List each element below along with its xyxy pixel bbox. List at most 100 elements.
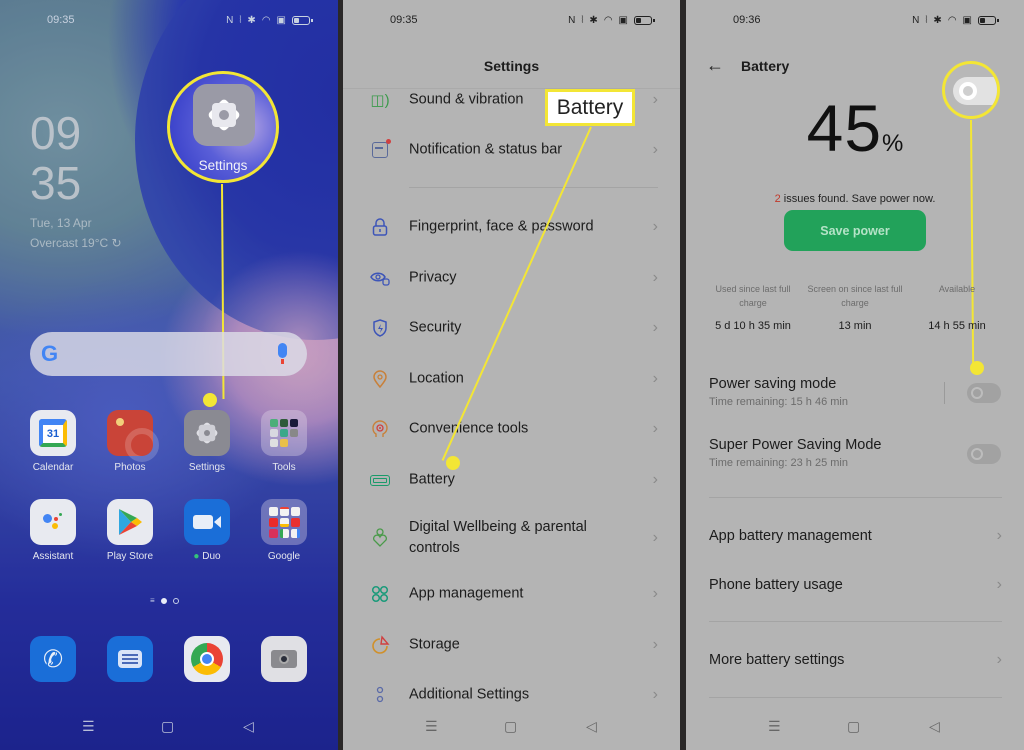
status-bar: 09:35 N ⦚ ✱ ◠ ▣ (0, 14, 338, 32)
chevron-right-icon: › (652, 686, 658, 703)
nfc-icon: N (568, 15, 576, 26)
navigation-bar: ☰ ▢ ◁ (343, 718, 680, 738)
dock-messages[interactable] (100, 636, 160, 682)
settings-item-notification[interactable]: Notification & status bar › (343, 130, 680, 170)
dock-chrome[interactable] (177, 636, 237, 682)
phone-battery-usage-item[interactable]: Phone battery usage › (709, 570, 1002, 600)
microphone-icon[interactable] (278, 343, 287, 364)
chevron-right-icon: › (652, 471, 658, 488)
menu-lines-icon: ≡ (150, 596, 155, 605)
status-time: 09:35 (47, 14, 75, 26)
google-folder-icon (261, 499, 307, 545)
home-icon[interactable]: ▢ (847, 718, 860, 735)
sim-icon: ▣ (618, 15, 628, 26)
power-saving-mode-row: Power saving mode Time remaining: 15 h 4… (709, 376, 848, 408)
chrome-icon (184, 636, 230, 682)
more-dots-icon (370, 685, 390, 705)
refresh-icon[interactable]: ↻ (112, 236, 122, 250)
settings-item-privacy[interactable]: Privacy › (343, 258, 680, 298)
location-pin-icon (370, 369, 390, 389)
page-indicator[interactable]: ≡ (150, 596, 179, 605)
dock-phone[interactable]: ✆ (23, 636, 83, 682)
settings-item-storage[interactable]: Storage › (343, 625, 680, 665)
settings-item-location[interactable]: Location › (343, 359, 680, 399)
battery-panel: 09:36 N ⦚ ✱ ◠ ▣ ← Battery 45% 2 issues f… (686, 0, 1024, 750)
page-dot[interactable] (172, 598, 179, 604)
status-bar: 09:36 N ⦚ ✱ ◠ ▣ (686, 14, 1024, 32)
sim-icon: ▣ (276, 15, 286, 26)
vibrate-icon: ⦚ (925, 15, 928, 26)
battery-icon (292, 16, 313, 25)
chevron-right-icon: › (652, 420, 658, 437)
google-logo-icon: G (41, 341, 59, 366)
home-icon[interactable]: ▢ (161, 718, 174, 735)
settings-callout-label: Settings (198, 158, 248, 173)
chevron-right-icon: › (996, 651, 1002, 668)
clock-hour: 09 (30, 107, 82, 159)
wifi-icon: ◠ (947, 15, 957, 26)
convenience-head-icon (370, 419, 390, 439)
chevron-right-icon: › (652, 269, 658, 286)
settings-item-security[interactable]: Security › (343, 308, 680, 348)
date-text: Tue, 13 Apr (30, 216, 92, 230)
stat-available: Available 14 h 55 min (928, 284, 986, 332)
nfc-icon: N (226, 15, 234, 26)
dock-camera[interactable] (254, 636, 314, 682)
back-icon[interactable]: ◁ (586, 718, 597, 735)
recent-apps-icon[interactable]: ☰ (425, 718, 438, 735)
app-settings[interactable]: Settings (177, 410, 237, 473)
settings-item-app-management[interactable]: App management › (343, 574, 680, 614)
app-calendar[interactable]: 31 Calendar (23, 410, 83, 473)
app-assistant[interactable]: Assistant (23, 499, 83, 562)
nfc-icon: N (912, 15, 920, 26)
power-saving-mode-toggle[interactable] (967, 383, 1001, 403)
recent-apps-icon[interactable]: ☰ (82, 718, 95, 735)
page-title: Battery (741, 58, 790, 74)
chevron-right-icon: › (652, 91, 658, 108)
wellbeing-icon (370, 528, 390, 548)
settings-item-additional[interactable]: Additional Settings › (343, 675, 680, 715)
settings-gear-icon (193, 84, 255, 146)
back-arrow-icon[interactable]: ← (706, 55, 724, 76)
battery-icon (370, 470, 390, 490)
app-play-store[interactable]: Play Store (100, 499, 160, 562)
more-battery-settings-item[interactable]: More battery settings › (709, 645, 1002, 675)
messages-icon (107, 636, 153, 682)
settings-gear-icon (184, 410, 230, 456)
recent-apps-icon[interactable]: ☰ (768, 718, 781, 735)
settings-item-digital-wellbeing[interactable]: Digital Wellbeing & parental controls › (343, 517, 680, 559)
app-photos[interactable]: Photos (100, 410, 160, 473)
navigation-bar: ☰ ▢ ◁ (686, 718, 1024, 738)
back-icon[interactable]: ◁ (243, 718, 254, 735)
wifi-icon: ◠ (603, 15, 613, 26)
settings-item-battery[interactable]: Battery › (343, 460, 680, 500)
assistant-icon (30, 499, 76, 545)
super-power-saving-mode-row: Super Power Saving Mode Time remaining: … (709, 437, 882, 469)
super-power-saving-mode-toggle[interactable] (967, 444, 1001, 464)
status-time: 09:35 (390, 14, 418, 26)
back-icon[interactable]: ◁ (929, 718, 940, 735)
callout-dot (446, 456, 460, 470)
lock-clock: 09 35 (30, 108, 81, 208)
app-duo[interactable]: ● Duo (177, 499, 237, 562)
chevron-right-icon: › (652, 218, 658, 235)
bluetooth-icon: ✱ (589, 15, 598, 26)
stat-used-since-charge: Used since last full charge 5 d 10 h 35 … (715, 284, 791, 332)
status-time: 09:36 (733, 14, 761, 26)
page-dot-active[interactable] (160, 598, 167, 604)
folder-tools[interactable]: Tools (254, 410, 314, 473)
home-icon[interactable]: ▢ (504, 718, 517, 735)
save-power-button[interactable]: Save power (784, 210, 926, 251)
google-search-bar[interactable]: G (30, 332, 307, 376)
duo-icon (184, 499, 230, 545)
chevron-right-icon: › (996, 527, 1002, 544)
folder-google[interactable]: Google (254, 499, 314, 562)
settings-item-convenience[interactable]: Convenience tools › (343, 409, 680, 449)
battery-icon (634, 16, 655, 25)
app-battery-management-item[interactable]: App battery management › (709, 521, 1002, 551)
chevron-right-icon: › (652, 585, 658, 602)
settings-item-fingerprint[interactable]: Fingerprint, face & password › (343, 207, 680, 247)
phone-icon: ✆ (30, 636, 76, 682)
photos-icon (107, 410, 159, 462)
bluetooth-icon: ✱ (247, 15, 256, 26)
